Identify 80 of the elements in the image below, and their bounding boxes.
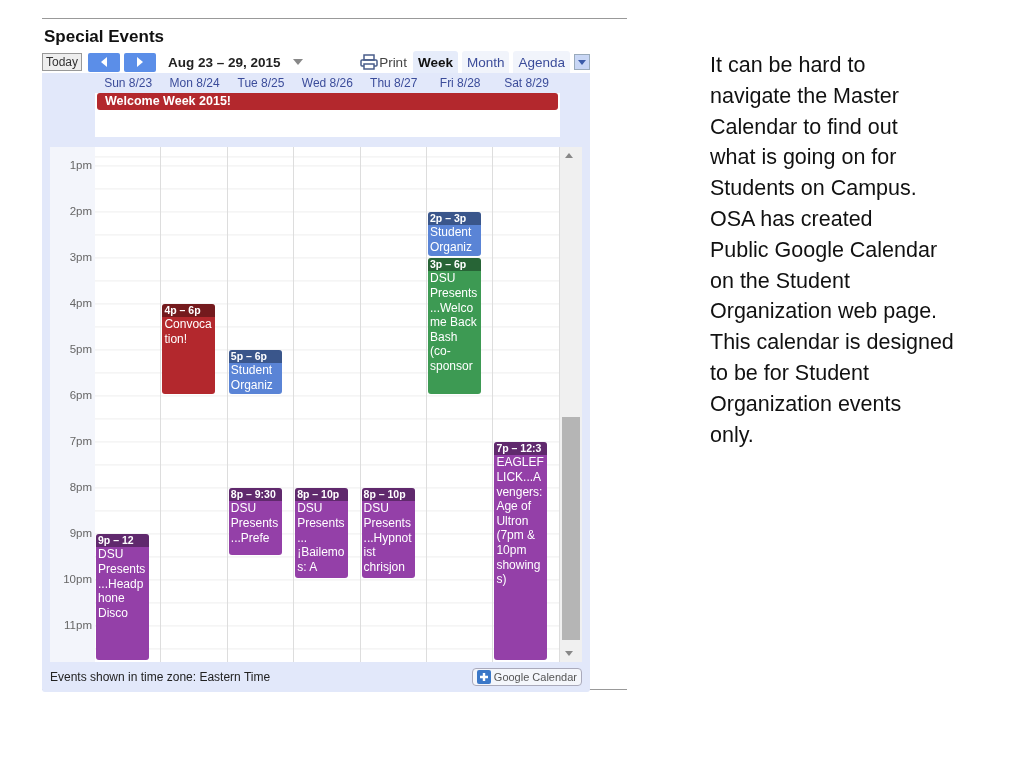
hour-label: 6pm <box>69 389 92 402</box>
event-time: 3p – 6p <box>428 258 481 272</box>
slide-text-line: OSA has created <box>710 206 874 233</box>
printer-icon <box>360 54 379 70</box>
plus-icon <box>476 670 491 684</box>
event-title: DSU Presents...Welcome Back Bash (co-sponsor <box>429 271 479 374</box>
event-title: DSU Presents... ¡Bailemos: A <box>296 501 346 575</box>
event-block[interactable]: 8p – 9:30 DSU Presents...Prefe <box>228 488 282 556</box>
hour-label: 5pm <box>69 343 92 356</box>
event-time: 7p – 12:3 <box>494 442 548 456</box>
view-tab[interactable]: Agenda <box>513 51 570 73</box>
slide-text-line: Organization events <box>710 390 903 418</box>
slide-text-line: Calendar to find out <box>710 113 899 141</box>
timezone-note: Events shown in time zone: Eastern Time <box>50 670 271 684</box>
slide-text-line: Students on Campus. <box>710 175 918 203</box>
event-block[interactable]: 2p – 3p Student Organiz <box>428 212 481 257</box>
event-block[interactable]: 3p – 6p DSU Presents...Welcome Back Bash (co-sponsor <box>428 258 481 395</box>
event-title: DSU Presents...Hypnotist chrisjon <box>362 501 413 575</box>
event-title: Convocation! <box>163 317 213 347</box>
previous-button[interactable] <box>88 52 121 72</box>
event-block[interactable]: 8p – 10p DSU Presents...Hypnotist chrisjon <box>361 488 415 579</box>
event-time: 4p – 6p <box>162 304 216 318</box>
hour-label: 1pm <box>69 159 92 172</box>
down-arrow-icon[interactable] <box>565 651 573 656</box>
calendar-title: Special Events <box>44 27 165 47</box>
slide-text-line: what is going on for <box>710 144 898 172</box>
caret-icon[interactable] <box>292 59 303 65</box>
right-arrow-icon <box>136 57 145 67</box>
slide-text-line: It can be hard to <box>710 52 867 79</box>
day-header: Wed 8/26 <box>300 75 354 90</box>
slide-text-line: Public Google Calendar <box>710 236 939 264</box>
hour-label: 3pm <box>69 251 92 264</box>
hour-label: 11pm <box>64 619 92 632</box>
slide-text-line: only. <box>710 421 755 449</box>
hour-label: 9pm <box>69 527 92 540</box>
event-block[interactable]: 5p – 6p Student Organiz <box>228 350 282 395</box>
left-arrow-icon <box>100 57 109 67</box>
day-header: Thu 8/27 <box>369 75 419 90</box>
event-title: Student Organiz <box>229 363 274 393</box>
slide-text-line: on the Student <box>710 267 851 295</box>
slide-text-line: to be for Student <box>710 359 870 387</box>
event-block[interactable]: 9p – 12 DSU Presents...Headphone Disco <box>96 534 149 660</box>
event-title: DSU Presents...Headphone Disco <box>97 547 147 621</box>
day-header: Fri 8/28 <box>438 75 482 90</box>
event-title: DSU Presents...Prefe <box>229 501 280 546</box>
slide-text-line: Organization web page. <box>710 298 939 326</box>
next-button[interactable] <box>124 52 157 72</box>
day-header: Tue 8/25 <box>236 75 286 90</box>
all-day-event[interactable]: Welcome Week 2015! <box>97 93 558 110</box>
event-title: Student Organiz <box>429 225 474 255</box>
dropdown-button[interactable] <box>574 54 590 70</box>
event-time: 5p – 6p <box>228 350 282 364</box>
event-time: 8p – 10p <box>361 488 415 502</box>
today-button[interactable]: Today <box>42 53 83 71</box>
event-time: 8p – 9:30 <box>228 488 282 502</box>
view-tab[interactable]: Week <box>412 51 458 73</box>
hour-label: 8pm <box>69 481 92 494</box>
event-title: EAGLEFLICK...Avengers: Age of Ultron (7pm & 10pm showings) <box>495 455 545 587</box>
print-link[interactable]: Print <box>360 54 407 70</box>
slide-text-line: navigate the Master <box>710 82 900 110</box>
date-range: Aug 23 – 29, 2015 <box>168 54 281 70</box>
event-block[interactable]: 4p – 6p Convocation! <box>162 304 216 395</box>
event-block[interactable]: 8p – 10p DSU Presents... ¡Bailemos: A <box>295 488 349 579</box>
day-header: Sun 8/23 <box>103 75 154 90</box>
google-calendar-button[interactable]: Google Calendar <box>471 668 582 686</box>
scrollbar[interactable] <box>560 147 582 662</box>
hour-label: 10pm <box>63 573 92 586</box>
slide-text-line: This calendar is designed <box>710 329 954 357</box>
hour-label: 2pm <box>69 205 92 218</box>
event-time: 8p – 10p <box>295 488 349 502</box>
hour-label: 4pm <box>69 297 92 310</box>
day-header: Mon 8/24 <box>168 75 221 90</box>
view-tab[interactable]: Month <box>461 51 510 73</box>
event-block[interactable]: 7p – 12:3 EAGLEFLICK...Avengers: Age of Ultron (7pm & 10pm showings) <box>494 442 548 660</box>
caret-icon <box>578 59 586 65</box>
event-time: 2p – 3p <box>428 212 481 226</box>
hour-label: 7pm <box>69 435 92 448</box>
up-arrow-icon[interactable] <box>565 153 573 158</box>
event-time: 9p – 12 <box>96 534 149 548</box>
day-header: Sat 8/29 <box>503 75 550 90</box>
